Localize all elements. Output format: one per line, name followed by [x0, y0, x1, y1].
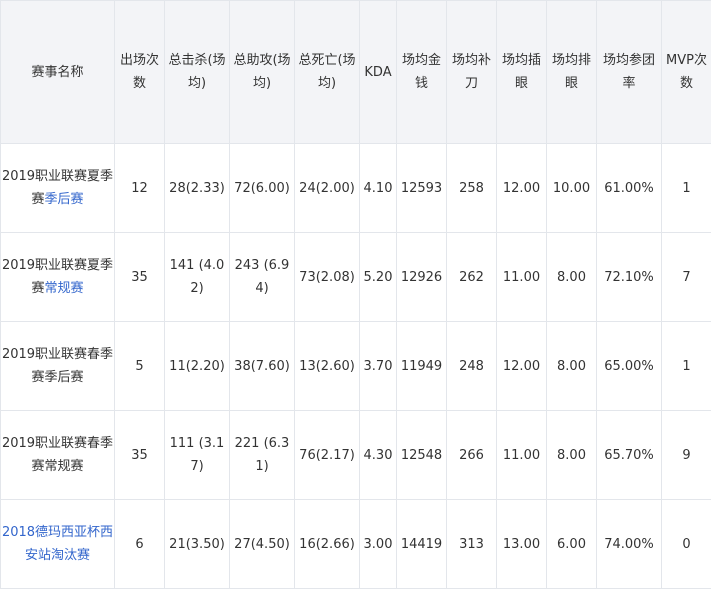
header-avg-wards-cleared: 场均排眼 [546, 0, 597, 144]
event-link[interactable]: 2018德玛西亚杯西安站淘汰赛 [2, 525, 113, 563]
assists-cell: 27(4.50) [229, 499, 295, 589]
appearances-cell: 12 [114, 143, 165, 233]
table-row: 2018德玛西亚杯西安站淘汰赛 6 21(3.50) 27(4.50) 16(2… [0, 499, 711, 589]
appearances-cell: 5 [114, 321, 165, 411]
participation-cell: 61.00% [596, 143, 662, 233]
wards-placed-cell: 12.00 [496, 143, 547, 233]
wards-cleared-cell: 8.00 [546, 232, 597, 322]
kills-cell: 141 (4.02) [164, 232, 230, 322]
header-total-assists: 总助攻(场均) [229, 0, 295, 144]
appearances-cell: 6 [114, 499, 165, 589]
event-name-cell: 2018德玛西亚杯西安站淘汰赛 [0, 499, 115, 589]
participation-cell: 65.70% [596, 410, 662, 500]
gold-cell: 11949 [396, 321, 447, 411]
kills-cell: 111 (3.17) [164, 410, 230, 500]
event-name-text: 2019职业联赛春季赛常规赛 [1, 436, 114, 474]
appearances-cell: 35 [114, 410, 165, 500]
assists-cell: 38(7.60) [229, 321, 295, 411]
assists-cell: 243 (6.94) [229, 232, 295, 322]
header-total-deaths: 总死亡(场均) [294, 0, 360, 144]
table-header-row: 赛事名称 出场次数 总击杀(场均) 总助攻(场均) 总死亡(场均) KDA 场均… [0, 0, 711, 144]
deaths-cell: 76(2.17) [294, 410, 360, 500]
kda-cell: 3.70 [359, 321, 397, 411]
assists-cell: 221 (6.31) [229, 410, 295, 500]
table-row: 2019职业联赛春季赛季后赛 5 11(2.20) 38(7.60) 13(2.… [0, 321, 711, 411]
deaths-cell: 73(2.08) [294, 232, 360, 322]
kills-cell: 11(2.20) [164, 321, 230, 411]
table-row: 2019职业联赛春季赛常规赛 35 111 (3.17) 221 (6.31) … [0, 410, 711, 500]
deaths-cell: 13(2.60) [294, 321, 360, 411]
kda-cell: 5.20 [359, 232, 397, 322]
deaths-cell: 24(2.00) [294, 143, 360, 233]
mvp-cell: 1 [661, 143, 711, 233]
wards-placed-cell: 12.00 [496, 321, 547, 411]
wards-cleared-cell: 10.00 [546, 143, 597, 233]
cs-cell: 313 [446, 499, 497, 589]
event-link[interactable]: 季后赛 [45, 192, 84, 207]
cs-cell: 258 [446, 143, 497, 233]
event-name-cell: 2019职业联赛夏季赛常规赛 [0, 232, 115, 322]
mvp-cell: 1 [661, 321, 711, 411]
gold-cell: 14419 [396, 499, 447, 589]
appearances-cell: 35 [114, 232, 165, 322]
wards-cleared-cell: 8.00 [546, 410, 597, 500]
deaths-cell: 16(2.66) [294, 499, 360, 589]
cs-cell: 266 [446, 410, 497, 500]
event-name-cell: 2019职业联赛夏季赛季后赛 [0, 143, 115, 233]
event-name-cell: 2019职业联赛春季赛季后赛 [0, 321, 115, 411]
header-mvp-count: MVP次数 [661, 0, 711, 144]
header-total-kills: 总击杀(场均) [164, 0, 230, 144]
header-appearances: 出场次数 [114, 0, 165, 144]
wards-cleared-cell: 8.00 [546, 321, 597, 411]
wards-placed-cell: 11.00 [496, 232, 547, 322]
event-link[interactable]: 常规赛 [45, 281, 84, 296]
header-event-name: 赛事名称 [0, 0, 115, 144]
wards-placed-cell: 11.00 [496, 410, 547, 500]
event-name-text: 2019职业联赛春季赛季后赛 [1, 347, 114, 385]
wards-placed-cell: 13.00 [496, 499, 547, 589]
table-row: 2019职业联赛夏季赛常规赛 35 141 (4.02) 243 (6.94) … [0, 232, 711, 322]
participation-cell: 74.00% [596, 499, 662, 589]
gold-cell: 12593 [396, 143, 447, 233]
match-stats-table: 赛事名称 出场次数 总击杀(场均) 总助攻(场均) 总死亡(场均) KDA 场均… [0, 0, 711, 589]
kills-cell: 21(3.50) [164, 499, 230, 589]
cs-cell: 248 [446, 321, 497, 411]
header-kda: KDA [359, 0, 397, 144]
header-avg-participation: 场均参团率 [596, 0, 662, 144]
mvp-cell: 7 [661, 232, 711, 322]
header-avg-wards-placed: 场均插眼 [496, 0, 547, 144]
assists-cell: 72(6.00) [229, 143, 295, 233]
mvp-cell: 0 [661, 499, 711, 589]
gold-cell: 12548 [396, 410, 447, 500]
header-avg-cs: 场均补刀 [446, 0, 497, 144]
kda-cell: 4.10 [359, 143, 397, 233]
kills-cell: 28(2.33) [164, 143, 230, 233]
wards-cleared-cell: 6.00 [546, 499, 597, 589]
mvp-cell: 9 [661, 410, 711, 500]
participation-cell: 72.10% [596, 232, 662, 322]
header-avg-gold: 场均金钱 [396, 0, 447, 144]
table-row: 2019职业联赛夏季赛季后赛 12 28(2.33) 72(6.00) 24(2… [0, 143, 711, 233]
kda-cell: 4.30 [359, 410, 397, 500]
event-name-cell: 2019职业联赛春季赛常规赛 [0, 410, 115, 500]
cs-cell: 262 [446, 232, 497, 322]
gold-cell: 12926 [396, 232, 447, 322]
participation-cell: 65.00% [596, 321, 662, 411]
kda-cell: 3.00 [359, 499, 397, 589]
